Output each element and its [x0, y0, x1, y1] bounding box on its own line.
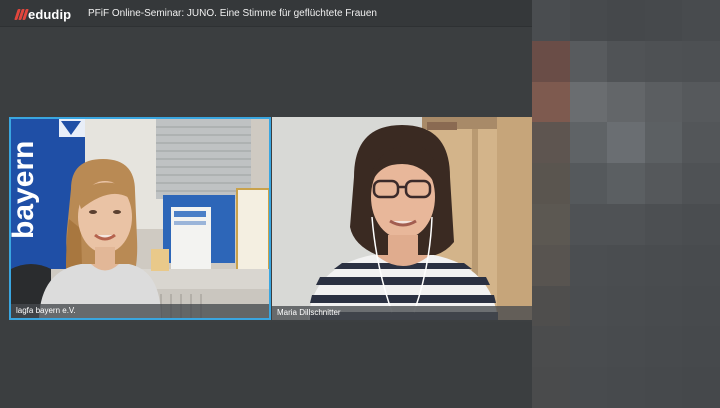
participant-name: lagfa bayern e.V. [16, 306, 76, 315]
top-bar: edudip PFiF Online-Seminar: JUNO. Eine S… [0, 0, 532, 27]
participant-name: Maria Dillschnitter [277, 308, 341, 317]
video-tile-maria[interactable]: Maria Dillschnitter [272, 117, 532, 320]
video-feed-maria [272, 117, 532, 320]
nameplate-maria: Maria Dillschnitter [272, 306, 532, 320]
webinar-app: edudip PFiF Online-Seminar: JUNO. Eine S… [0, 0, 720, 408]
stage-divider [9, 320, 532, 322]
logo-text: edudip [28, 6, 72, 22]
video-feed-lagfa: bayern [11, 119, 269, 318]
participant-sidebar-blurred [532, 0, 720, 408]
edudip-logo-icon [14, 8, 29, 20]
edudip-logo[interactable]: edudip [14, 6, 72, 22]
nameplate-lagfa: lagfa bayern e.V. [11, 304, 269, 318]
webinar-title: PFiF Online-Seminar: JUNO. Eine Stimme f… [88, 8, 377, 19]
banner-text: bayern [11, 141, 40, 239]
video-tile-lagfa[interactable]: bayern lagfa bayern e.V. [9, 117, 271, 320]
